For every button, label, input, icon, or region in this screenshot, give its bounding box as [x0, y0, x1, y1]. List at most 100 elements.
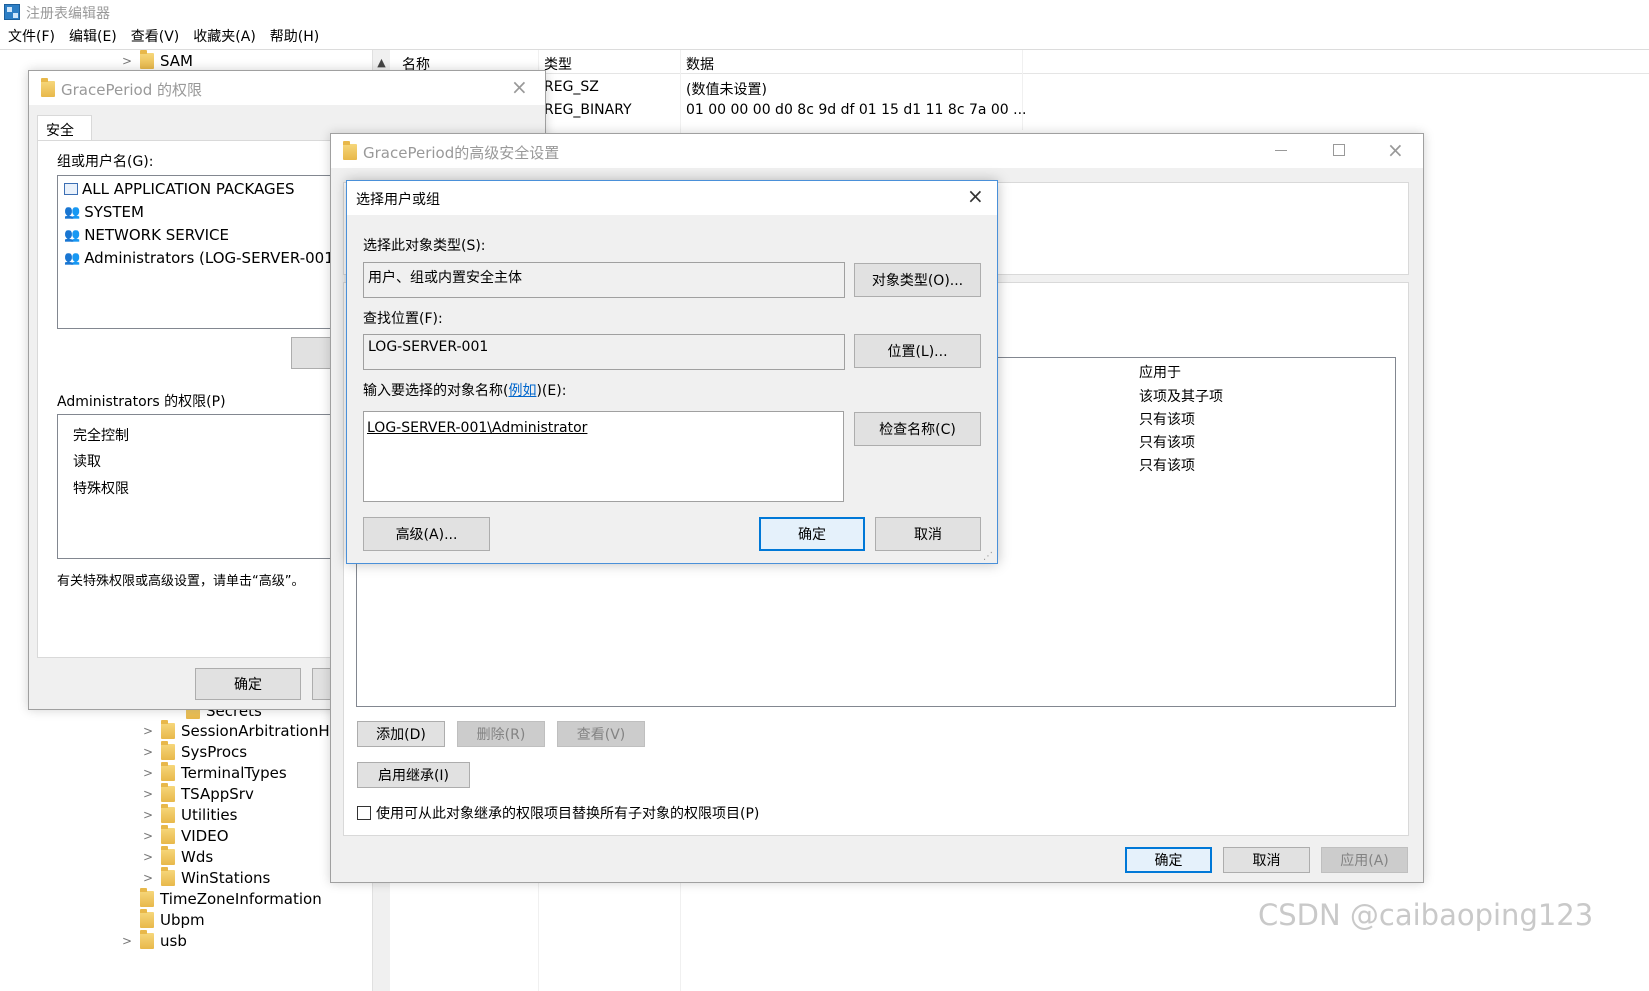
- tree-children: Secrets > SessionArbitrationHe > SysProcs …: [0, 700, 370, 991]
- select-titlebar: 选择用户或组 ×: [347, 181, 997, 215]
- folder-icon: [140, 909, 154, 928]
- group-item[interactable]: ALL APPLICATION PACKAGES: [64, 180, 295, 198]
- chevron-right-icon: >: [143, 850, 154, 864]
- add-button[interactable]: 添加(D): [357, 721, 445, 747]
- tab-security[interactable]: 安全: [37, 115, 92, 141]
- advanced-hint: 有关特殊权限或高级设置，请单击“高级”。: [57, 574, 305, 589]
- folder-icon: [161, 804, 175, 823]
- column-type[interactable]: 类型: [544, 54, 572, 74]
- select-user-dialog: 选择用户或组 × 选择此对象类型(S): 用户、组或内置安全主体 对象类型(O)…: [346, 180, 998, 564]
- tree-item[interactable]: > Wds: [143, 846, 213, 866]
- object-name-input[interactable]: LOG-SERVER-001\Administrator: [363, 411, 844, 502]
- permission-item: 特殊权限: [73, 481, 129, 497]
- chevron-right-icon: >: [143, 745, 154, 759]
- value-row[interactable]: REG_BINARY: [544, 102, 632, 118]
- column-data[interactable]: 数据: [686, 54, 714, 74]
- tree-item[interactable]: > TerminalTypes: [143, 762, 287, 782]
- menu-edit[interactable]: 编辑(E): [69, 26, 117, 48]
- tree-item[interactable]: > SysProcs: [143, 741, 247, 761]
- group-item[interactable]: 👥 Administrators (LOG-SERVER-001\A: [64, 249, 349, 267]
- tree-item-sam[interactable]: > SAM: [122, 50, 193, 70]
- object-name-value: LOG-SERVER-001\Administrator: [367, 420, 588, 436]
- column-separator: [1022, 50, 1023, 130]
- folder-icon: [140, 930, 154, 949]
- permissions-titlebar: GracePeriod 的权限 ×: [29, 71, 545, 105]
- group-item[interactable]: 👥 NETWORK SERVICE: [64, 226, 229, 244]
- group-item[interactable]: 👥 SYSTEM: [64, 203, 144, 221]
- app-title: 注册表编辑器: [26, 6, 110, 22]
- close-icon[interactable]: ×: [511, 75, 528, 99]
- tree-item[interactable]: > WinStations: [143, 867, 270, 887]
- value-data: 01 00 00 00 d0 8c 9d df 01 15 d1 11 8c 7…: [686, 102, 1027, 118]
- folder-icon: [41, 78, 55, 97]
- folder-icon: [161, 867, 175, 886]
- minimize-icon[interactable]: [1275, 150, 1287, 151]
- applies-to-cell: 该项及其子项: [1139, 389, 1223, 405]
- tree-item[interactable]: > Utilities: [143, 804, 237, 824]
- check-names-button[interactable]: 检查名称(C): [854, 412, 981, 446]
- folder-icon: [161, 846, 175, 865]
- view-button[interactable]: 查看(V): [557, 721, 645, 747]
- ok-button[interactable]: 确定: [1125, 847, 1212, 873]
- apply-button[interactable]: 应用(A): [1321, 847, 1408, 873]
- cancel-button[interactable]: 取消: [875, 517, 981, 551]
- object-types-button[interactable]: 对象类型(O)...: [854, 263, 981, 297]
- chevron-right-icon: >: [143, 724, 154, 738]
- tree-item[interactable]: > SessionArbitrationHe: [143, 720, 339, 740]
- applies-to-cell: 只有该项: [1139, 435, 1195, 451]
- menu-view[interactable]: 查看(V): [131, 26, 180, 48]
- ok-button[interactable]: 确定: [759, 517, 865, 551]
- maximize-icon[interactable]: [1333, 144, 1345, 156]
- chevron-right-icon: >: [122, 934, 133, 948]
- location-label: 查找位置(F):: [363, 311, 443, 327]
- value-type: REG_BINARY: [544, 102, 632, 118]
- permissions-label: Administrators 的权限(P): [57, 394, 226, 410]
- group-label: 组或用户名(G):: [57, 154, 154, 170]
- remove-button[interactable]: 删除(R): [457, 721, 545, 747]
- tree-item[interactable]: TimeZoneInformation: [140, 888, 322, 908]
- location-field: LOG-SERVER-001: [363, 334, 845, 370]
- chevron-right-icon: >: [143, 787, 154, 801]
- chevron-right-icon: >: [143, 829, 154, 843]
- applies-to-cell: 只有该项: [1139, 458, 1195, 474]
- menu-help[interactable]: 帮助(H): [270, 26, 319, 48]
- advanced-button[interactable]: 高级(A)...: [363, 517, 490, 551]
- value-row[interactable]: REG_SZ: [544, 79, 599, 95]
- folder-icon: [343, 141, 357, 160]
- scroll-up-icon[interactable]: ▲: [373, 56, 390, 69]
- menu-favorites[interactable]: 收藏夹(A): [193, 26, 256, 48]
- resize-grip-icon[interactable]: ⋰: [983, 551, 993, 562]
- close-icon[interactable]: ×: [1387, 138, 1404, 162]
- tree-item[interactable]: > usb: [122, 930, 187, 950]
- locations-button[interactable]: 位置(L)...: [854, 334, 981, 368]
- ok-button[interactable]: 确定: [195, 668, 301, 700]
- folder-icon: [161, 783, 175, 802]
- regedit-icon: [4, 4, 20, 20]
- chevron-right-icon: >: [143, 808, 154, 822]
- checkbox-icon: [357, 806, 371, 820]
- object-name-label: 输入要选择的对象名称(例如)(E):: [363, 383, 567, 399]
- chevron-right-icon: >: [143, 871, 154, 885]
- advanced-titlebar: GracePeriod的高级安全设置 ×: [331, 134, 1423, 168]
- close-icon[interactable]: ×: [967, 184, 984, 208]
- menu-bar: 文件(F) 编辑(E) 查看(V) 收藏夹(A) 帮助(H): [0, 26, 1649, 48]
- examples-link[interactable]: 例如: [508, 383, 536, 399]
- permission-item: 读取: [73, 454, 101, 470]
- select-title: 选择用户或组: [356, 192, 440, 208]
- applies-to-header: 应用于: [1139, 365, 1181, 381]
- menu-file[interactable]: 文件(F): [8, 26, 55, 48]
- tree-item[interactable]: Ubpm: [140, 909, 205, 929]
- value-type: REG_SZ: [544, 79, 599, 95]
- users-icon: 👥: [64, 204, 81, 220]
- group-list[interactable]: ALL APPLICATION PACKAGES 👥 SYSTEM 👥 NETW…: [57, 175, 357, 329]
- advanced-title: GracePeriod的高级安全设置: [363, 144, 560, 162]
- folder-icon: [161, 825, 175, 844]
- enable-inheritance-button[interactable]: 启用继承(I): [357, 762, 470, 788]
- replace-permissions-checkbox[interactable]: 使用可从此对象继承的权限项目替换所有子对象的权限项目(P): [357, 803, 759, 823]
- cancel-button[interactable]: 取消: [1223, 847, 1310, 873]
- tree-item[interactable]: > VIDEO: [143, 825, 229, 845]
- object-type-label: 选择此对象类型(S):: [363, 238, 486, 254]
- watermark: CSDN @caibaoping123: [1258, 898, 1594, 932]
- folder-icon: [161, 720, 175, 739]
- tree-item[interactable]: > TSAppSrv: [143, 783, 254, 803]
